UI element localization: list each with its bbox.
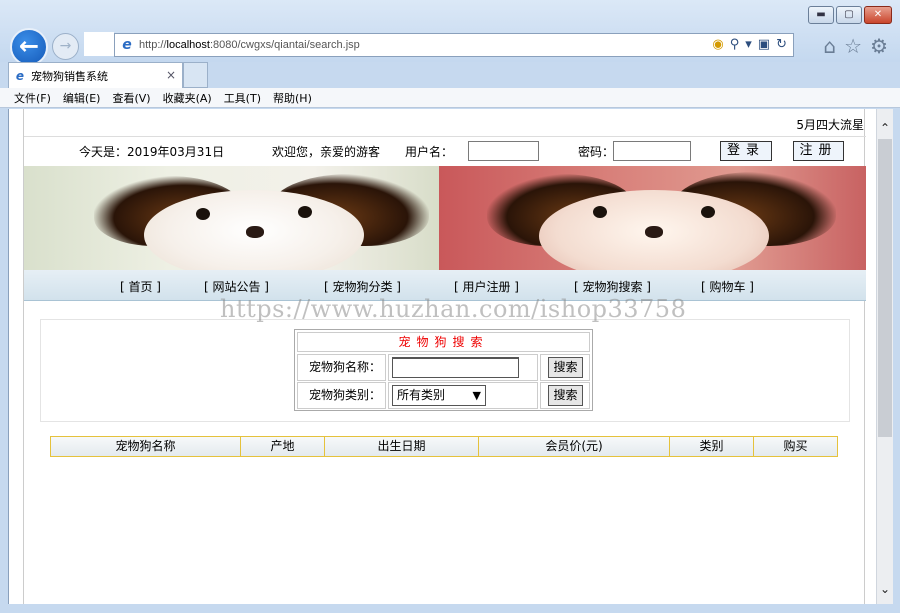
close-window-icon[interactable]: ✕ <box>864 6 892 24</box>
favorites-star-icon[interactable]: ☆ <box>844 34 862 58</box>
header-origin: 产地 <box>241 437 325 456</box>
scroll-thumb[interactable] <box>878 139 892 437</box>
url-host: localhost <box>166 39 210 51</box>
header-category: 类别 <box>670 437 754 456</box>
compat-page-icon[interactable]: ▣ <box>758 37 770 52</box>
vertical-scrollbar[interactable]: ⌃ ⌄ <box>876 109 893 604</box>
url-prefix: http:// <box>139 39 167 51</box>
window-controls: ▬ ▢ ✕ <box>808 6 892 24</box>
search-category-row: 宠物狗类别： 所有类别 ▼ 搜索 <box>297 382 590 409</box>
nav-search[interactable]: [ 宠物狗搜索 ] <box>574 278 651 295</box>
menu-bar: 文件(F) 编辑(E) 查看(V) 收藏夹(A) 工具(T) 帮助(H) <box>0 88 900 108</box>
name-search-input[interactable] <box>392 357 519 378</box>
minimize-icon[interactable]: ▬ <box>808 6 834 24</box>
menu-view[interactable]: 查看(V) <box>112 90 150 106</box>
banner-dog-right <box>439 166 866 270</box>
search-icon[interactable]: ⚲ <box>730 37 740 52</box>
results-header: 宠物狗名称 产地 出生日期 会员价(元) 类别 购买 <box>50 436 838 457</box>
dog-eye <box>701 206 715 218</box>
new-tab-button[interactable] <box>183 62 208 88</box>
search-title: 宠物狗搜索 <box>297 332 590 352</box>
username-input[interactable] <box>468 141 539 161</box>
nav-home[interactable]: [ 首页 ] <box>120 278 161 295</box>
tab-title: 宠物狗销售系统 <box>31 69 108 83</box>
nav-announcements[interactable]: [ 网站公告 ] <box>204 278 269 295</box>
category-button-cell: 搜索 <box>540 382 590 409</box>
nav-categories[interactable]: [ 宠物狗分类 ] <box>324 278 401 295</box>
login-row: 今天是：2019年03月31日 欢迎您，亲爱的游客 用户名： 密码： 登录 注册 <box>24 137 866 165</box>
login-button[interactable]: 登录 <box>720 141 772 161</box>
banner-image <box>24 166 866 270</box>
name-label: 宠物狗名称： <box>297 354 386 381</box>
header-pet-name: 宠物狗名称 <box>51 437 241 456</box>
watermark-text: https://www.huzhan.com/ishop33758 <box>220 295 687 323</box>
menu-file[interactable]: 文件(F) <box>14 90 51 106</box>
page-container: 5月四大流星 今天是：2019年03月31日 欢迎您，亲爱的游客 用户名： 密码… <box>23 109 866 604</box>
category-label: 宠物狗类别： <box>297 382 386 409</box>
forward-arrow-icon[interactable]: → <box>52 33 79 60</box>
name-search-button[interactable]: 搜索 <box>548 357 583 378</box>
register-button[interactable]: 注册 <box>793 141 844 161</box>
compat-view-icon[interactable]: ◉ <box>712 37 723 52</box>
tab-strip: e 宠物狗销售系统 × <box>0 62 900 88</box>
category-field-cell: 所有类别 ▼ <box>388 382 538 409</box>
menu-help[interactable]: 帮助(H) <box>273 90 312 106</box>
scroll-up-icon[interactable]: ⌃ <box>877 121 893 135</box>
menu-edit[interactable]: 编辑(E) <box>63 90 101 106</box>
page-viewport: 5月四大流星 今天是：2019年03月31日 欢迎您，亲爱的游客 用户名： 密码… <box>8 109 876 604</box>
category-select[interactable]: 所有类别 ▼ <box>392 385 486 406</box>
dog-eye <box>298 206 312 218</box>
maximize-icon[interactable]: ▢ <box>836 6 862 24</box>
banner-dog-left <box>24 166 439 270</box>
ie-logo-icon: e <box>122 37 132 53</box>
dog-nose <box>246 226 264 238</box>
refresh-icon[interactable]: ↻ <box>776 37 787 52</box>
window-bottom-edge <box>0 604 900 613</box>
url-path: :8080/cwgxs/qiantai/search.jsp <box>209 39 360 51</box>
chevron-down-icon: ▼ <box>472 389 481 402</box>
dropdown-icon[interactable]: ▾ <box>745 37 752 52</box>
name-button-cell: 搜索 <box>540 354 590 381</box>
header-member-price: 会员价(元) <box>479 437 670 456</box>
menu-favorites[interactable]: 收藏夹(A) <box>163 90 212 106</box>
home-icon[interactable]: ⌂ <box>823 34 836 58</box>
username-label: 用户名： <box>405 145 454 159</box>
search-name-row: 宠物狗名称： 搜索 <box>297 354 590 381</box>
nav-cart[interactable]: [ 购物车 ] <box>701 278 754 295</box>
address-bar[interactable]: e http://localhost:8080/cwgxs/qiantai/se… <box>114 33 794 57</box>
password-label: 密码： <box>578 145 615 159</box>
search-form: 宠物狗搜索 宠物狗名称： 搜索 宠物狗类别： 所有类别 ▼ 搜索 <box>294 329 593 411</box>
nav-register[interactable]: [ 用户注册 ] <box>454 278 519 295</box>
address-spacer <box>84 32 114 56</box>
welcome-text: 欢迎您，亲爱的游客 <box>272 145 381 159</box>
name-field-cell <box>388 354 538 381</box>
url-text[interactable]: http://localhost:8080/cwgxs/qiantai/sear… <box>139 39 360 51</box>
header-buy: 购买 <box>783 439 808 453</box>
tab-close-icon[interactable]: × <box>166 68 176 82</box>
browser-toolbar: ⌂ ☆ ⚙ <box>823 34 888 58</box>
dog-nose <box>645 226 663 238</box>
category-search-button[interactable]: 搜索 <box>548 385 583 406</box>
scrolling-notice: 5月四大流星 <box>796 118 864 132</box>
date-text: 今天是：2019年03月31日 <box>79 145 225 159</box>
gear-icon[interactable]: ⚙ <box>870 34 888 58</box>
category-selected-value: 所有类别 <box>397 388 446 402</box>
password-input[interactable] <box>613 141 691 161</box>
menu-tools[interactable]: 工具(T) <box>224 90 261 106</box>
header-birth-date: 出生日期 <box>325 437 479 456</box>
address-tools: ◉ ⚲ ▾ ▣ ↻ <box>712 37 787 52</box>
dog-eye <box>196 208 210 220</box>
tab-favicon-icon: e <box>15 68 25 83</box>
tab-active[interactable]: e 宠物狗销售系统 × <box>8 62 183 88</box>
dog-eye <box>593 206 607 218</box>
back-arrow-icon[interactable]: ← <box>10 28 48 66</box>
scroll-down-icon[interactable]: ⌄ <box>877 582 893 596</box>
